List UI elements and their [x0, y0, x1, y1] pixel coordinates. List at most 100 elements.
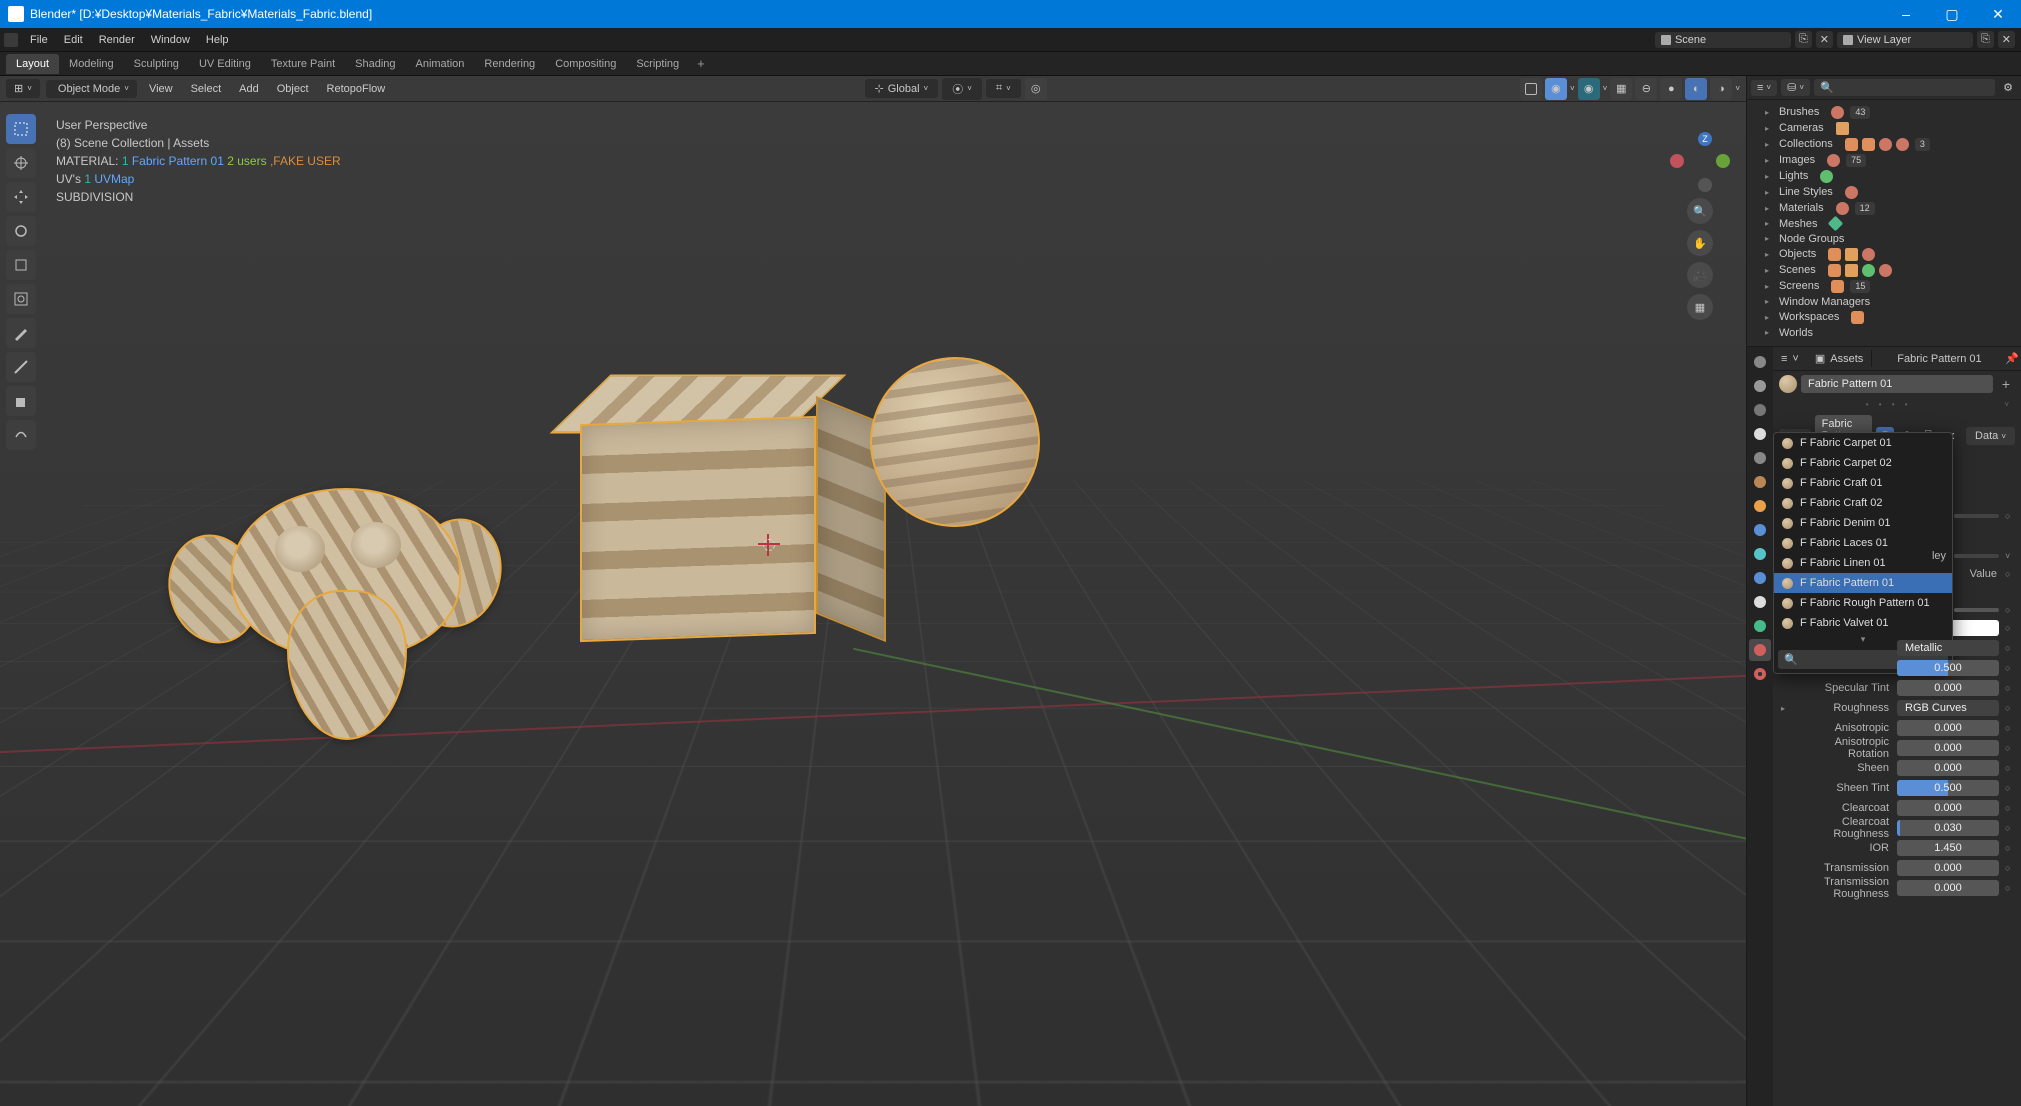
- property-keyframe-button[interactable]: ○: [2005, 883, 2013, 893]
- menu-edit[interactable]: Edit: [56, 31, 91, 49]
- nav-pan-button[interactable]: ✋: [1687, 230, 1713, 256]
- mode-selector[interactable]: Object Mode ˅: [46, 80, 137, 98]
- scene-selector[interactable]: [1655, 32, 1791, 48]
- property-keyframe-button[interactable]: ○: [2005, 783, 2013, 793]
- shading-material[interactable]: ◐: [1685, 78, 1707, 100]
- blender-icon[interactable]: [4, 33, 18, 47]
- property-value-text[interactable]: Metallic: [1897, 640, 1999, 656]
- ptab-data[interactable]: [1749, 615, 1771, 637]
- property-value-slider[interactable]: 0.000: [1897, 760, 1999, 776]
- property-keyframe-button[interactable]: ○: [2005, 863, 2013, 873]
- gizmo-axis-y[interactable]: [1716, 154, 1730, 168]
- viewlayer-delete-button[interactable]: ✕: [1998, 31, 2015, 48]
- outliner-search[interactable]: 🔍: [1814, 79, 1995, 96]
- ptab-constraint[interactable]: [1749, 591, 1771, 613]
- property-keyframe-button[interactable]: ○: [2005, 643, 2013, 653]
- shading-solid[interactable]: ●: [1660, 78, 1682, 100]
- nav-zoom-button[interactable]: 🔍: [1687, 198, 1713, 224]
- tool-measure[interactable]: [6, 352, 36, 382]
- property-keyframe-button[interactable]: ○: [2005, 623, 2013, 633]
- workspace-tab-animation[interactable]: Animation: [406, 54, 475, 74]
- workspace-tab-uv-editing[interactable]: UV Editing: [189, 54, 261, 74]
- proportional-edit-button[interactable]: ◎: [1025, 78, 1047, 100]
- nav-gizmo[interactable]: Z: [1670, 132, 1730, 192]
- property-value-slider[interactable]: 1.450: [1897, 840, 1999, 856]
- orientation-selector[interactable]: ⊹ Global ˅: [865, 79, 939, 98]
- outliner-row-collections[interactable]: ▸Collections3: [1753, 136, 2015, 152]
- property-keyframe-button[interactable]: ○: [2005, 803, 2013, 813]
- vpmenu-object[interactable]: Object: [271, 81, 315, 97]
- property-value-slider[interactable]: 0.000: [1897, 740, 1999, 756]
- properties-mode-icon[interactable]: ≡˅: [1773, 351, 1807, 367]
- vpmenu-add[interactable]: Add: [233, 81, 265, 97]
- ptab-view[interactable]: [1749, 423, 1771, 445]
- property-keyframe-button[interactable]: ○: [2005, 763, 2013, 773]
- gizmo-axis-z[interactable]: Z: [1698, 132, 1712, 146]
- workspace-tab-scripting[interactable]: Scripting: [626, 54, 689, 74]
- gizmo-axis-z-neg[interactable]: [1698, 178, 1712, 192]
- tool-cursor[interactable]: [6, 148, 36, 178]
- material-slot-name-input[interactable]: [1801, 375, 1993, 393]
- 3d-cursor[interactable]: [758, 534, 780, 556]
- outliner[interactable]: ▸Brushes43▸Cameras▸Collections3▸Images75…: [1747, 100, 2021, 347]
- editor-type-button[interactable]: ⊞˅: [6, 79, 40, 98]
- outliner-row-materials[interactable]: ▸Materials12: [1753, 200, 2015, 216]
- property-keyframe-button[interactable]: ○: [2005, 743, 2013, 753]
- property-value-slider[interactable]: 0.000: [1897, 680, 1999, 696]
- workspace-tab-modeling[interactable]: Modeling: [59, 54, 124, 74]
- menu-render[interactable]: Render: [91, 31, 143, 49]
- outliner-row-line-styles[interactable]: ▸Line Styles: [1753, 184, 2015, 200]
- property-keyframe-button[interactable]: ○: [2005, 843, 2013, 853]
- outliner-filter-lib[interactable]: ⛁˅: [1781, 79, 1810, 96]
- viewlayer-selector[interactable]: [1837, 32, 1973, 48]
- outliner-row-scenes[interactable]: ▸Scenes: [1753, 262, 2015, 278]
- outliner-row-cameras[interactable]: ▸Cameras: [1753, 120, 2015, 136]
- tool-select-box[interactable]: [6, 114, 36, 144]
- viewlayer-name-input[interactable]: [1857, 34, 1967, 46]
- pivot-selector[interactable]: ⦿ ˅: [942, 78, 982, 100]
- menu-help[interactable]: Help: [198, 31, 237, 49]
- ptab-world[interactable]: [1749, 471, 1771, 493]
- overlay-toggle-2[interactable]: ◉: [1578, 78, 1600, 100]
- scene-name-input[interactable]: [1675, 34, 1785, 46]
- outliner-row-meshes[interactable]: ▸Meshes: [1753, 216, 2015, 231]
- properties-pin-button[interactable]: 📌: [2003, 350, 2021, 368]
- ptab-output[interactable]: [1749, 399, 1771, 421]
- outliner-row-lights[interactable]: ▸Lights: [1753, 168, 2015, 184]
- property-value-slider[interactable]: 0.030: [1897, 820, 1999, 836]
- ptab-texture[interactable]: [1749, 663, 1771, 685]
- ptab-render[interactable]: [1749, 375, 1771, 397]
- property-value-slider[interactable]: 0.000: [1897, 860, 1999, 876]
- workspace-tab-compositing[interactable]: Compositing: [545, 54, 626, 74]
- ptab-modifier[interactable]: [1749, 519, 1771, 541]
- property-value-slider[interactable]: 0.000: [1897, 720, 1999, 736]
- property-keyframe-button[interactable]: ○: [2005, 663, 2013, 673]
- material-link-selector[interactable]: Data ˅: [1966, 427, 2015, 445]
- overlay-toggle[interactable]: ◉: [1545, 78, 1567, 100]
- outliner-filter-button[interactable]: ⚙: [1999, 79, 2017, 97]
- shading-wireframe[interactable]: ⊖: [1635, 78, 1657, 100]
- scene-new-button[interactable]: ⎘: [1795, 31, 1812, 48]
- ptab-physics[interactable]: [1749, 567, 1771, 589]
- outliner-row-window-managers[interactable]: ▸Window Managers: [1753, 294, 2015, 309]
- property-value-slider[interactable]: 0.000: [1897, 800, 1999, 816]
- crumb-assets[interactable]: ▣ Assets: [1807, 350, 1872, 367]
- material-slot-add-button[interactable]: +: [1997, 375, 2015, 393]
- outliner-row-screens[interactable]: ▸Screens15: [1753, 278, 2015, 294]
- property-keyframe-button[interactable]: ○: [2005, 703, 2013, 713]
- ptab-scene[interactable]: [1749, 447, 1771, 469]
- vpmenu-retopoflow[interactable]: RetopoFlow: [321, 81, 392, 97]
- outliner-row-worlds[interactable]: ▸Worlds: [1753, 325, 2015, 340]
- outliner-row-node-groups[interactable]: ▸Node Groups: [1753, 231, 2015, 246]
- menu-file[interactable]: File: [22, 31, 56, 49]
- ptab-tool[interactable]: [1749, 351, 1771, 373]
- outliner-row-brushes[interactable]: ▸Brushes43: [1753, 104, 2015, 120]
- ptab-particle[interactable]: [1749, 543, 1771, 565]
- object-sphere[interactable]: [870, 357, 1040, 527]
- menu-window[interactable]: Window: [143, 31, 198, 49]
- viewlayer-new-button[interactable]: ⎘: [1977, 31, 1994, 48]
- xray-toggle[interactable]: ▦: [1610, 78, 1632, 100]
- vpmenu-select[interactable]: Select: [185, 81, 228, 97]
- property-value-text[interactable]: RGB Curves: [1897, 700, 1999, 716]
- workspace-tab-texture-paint[interactable]: Texture Paint: [261, 54, 345, 74]
